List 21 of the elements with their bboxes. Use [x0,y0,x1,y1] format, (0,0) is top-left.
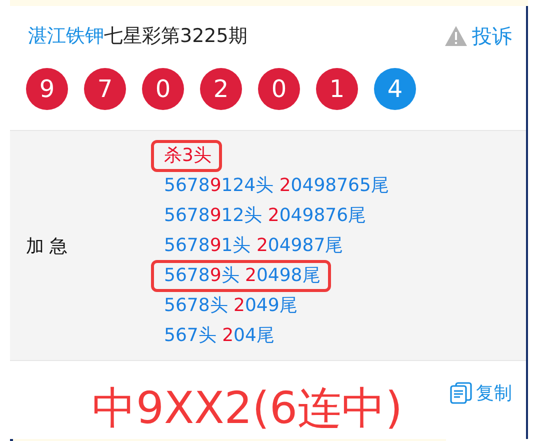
number-ball: 2 [200,68,242,110]
number-ball: 4 [374,68,416,110]
prediction-line: 5678头 2049尾 [163,294,298,318]
number-ball: 1 [316,68,358,110]
warning-icon [444,25,468,47]
document-icon [449,381,473,405]
row-label: 加 急 [25,234,69,258]
annotation-text: 中9XX2(6连中) [92,382,403,436]
number-ball: 9 [26,68,68,110]
prediction-line: 567891头 204987尾 [163,234,344,258]
copy-button[interactable]: 复制 [449,381,512,405]
highlighted-prediction: 杀3头 [154,142,220,168]
number-ball: 7 [84,68,126,110]
report-button[interactable]: 投诉 [444,22,512,50]
number-ball: 0 [142,68,184,110]
post-title: 湛江铁钾七星彩第3225期 [28,24,248,49]
highlighted-prediction: 56789头 20498尾 [154,262,328,288]
prediction-line: 56789124头 20498765尾 [163,174,390,198]
number-ball: 0 [258,68,300,110]
prediction-line: 5678912头 2049876尾 [163,204,368,228]
prediction-line: 567头 204尾 [163,324,276,348]
